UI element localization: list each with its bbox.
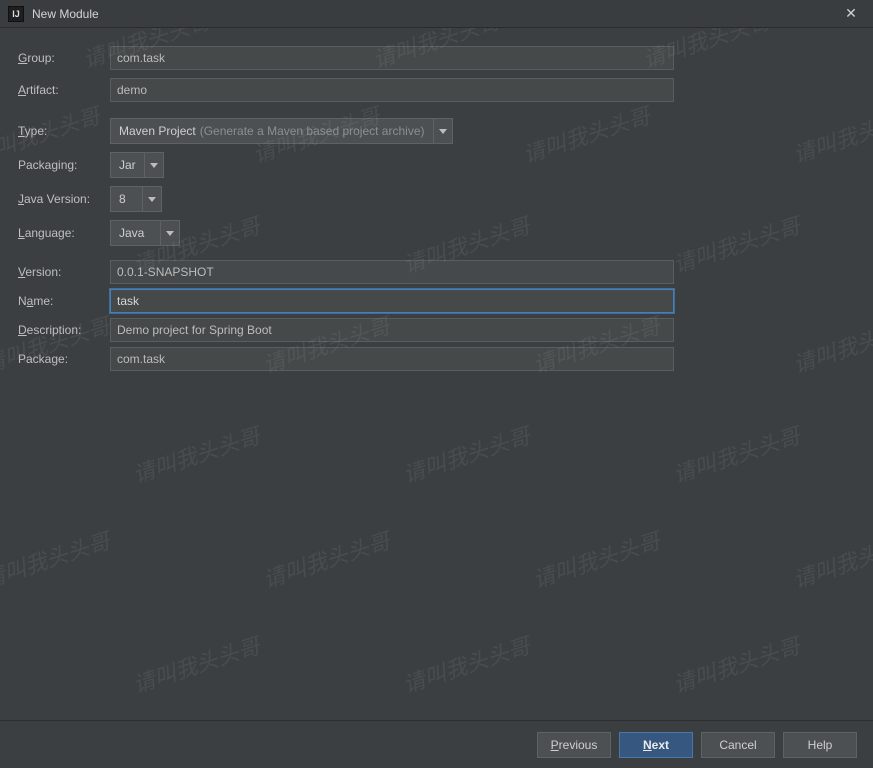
- previous-button[interactable]: Previous: [537, 732, 611, 758]
- label-java-version: Java Version:: [18, 192, 106, 206]
- dialog-content: Group: Artifact: Type: Maven Project (Ge…: [0, 28, 873, 720]
- label-name: Name:: [18, 294, 106, 308]
- packaging-dropdown-value: Jar: [110, 152, 144, 178]
- titlebar: IJ New Module ✕: [0, 0, 873, 28]
- artifact-input[interactable]: [110, 78, 674, 102]
- type-dropdown-value: Maven Project (Generate a Maven based pr…: [110, 118, 433, 144]
- group-input[interactable]: [110, 46, 674, 70]
- chevron-down-icon[interactable]: [144, 152, 164, 178]
- language-dropdown[interactable]: Java: [110, 220, 180, 246]
- packaging-dropdown[interactable]: Jar: [110, 152, 164, 178]
- java-version-dropdown[interactable]: 8: [110, 186, 162, 212]
- description-input[interactable]: [110, 318, 674, 342]
- label-type: Type:: [18, 124, 106, 138]
- label-group: Group:: [18, 51, 106, 65]
- label-version: Version:: [18, 265, 106, 279]
- language-dropdown-value: Java: [110, 220, 160, 246]
- window-title: New Module: [32, 7, 835, 21]
- version-input[interactable]: [110, 260, 674, 284]
- java-version-dropdown-value: 8: [110, 186, 142, 212]
- next-button[interactable]: Next: [619, 732, 693, 758]
- app-icon: IJ: [8, 6, 24, 22]
- type-dropdown[interactable]: Maven Project (Generate a Maven based pr…: [110, 118, 453, 144]
- chevron-down-icon[interactable]: [433, 118, 453, 144]
- package-input[interactable]: [110, 347, 674, 371]
- label-packaging: Packaging:: [18, 158, 106, 172]
- label-artifact: Artifact:: [18, 83, 106, 97]
- cancel-button[interactable]: Cancel: [701, 732, 775, 758]
- label-language: Language:: [18, 226, 106, 240]
- chevron-down-icon[interactable]: [160, 220, 180, 246]
- label-description: Description:: [18, 323, 106, 337]
- label-package: Package:: [18, 352, 106, 366]
- name-input[interactable]: [110, 289, 674, 313]
- chevron-down-icon[interactable]: [142, 186, 162, 212]
- help-button[interactable]: Help: [783, 732, 857, 758]
- close-icon[interactable]: ✕: [835, 4, 867, 24]
- dialog-footer: Previous Next Cancel Help: [0, 720, 873, 768]
